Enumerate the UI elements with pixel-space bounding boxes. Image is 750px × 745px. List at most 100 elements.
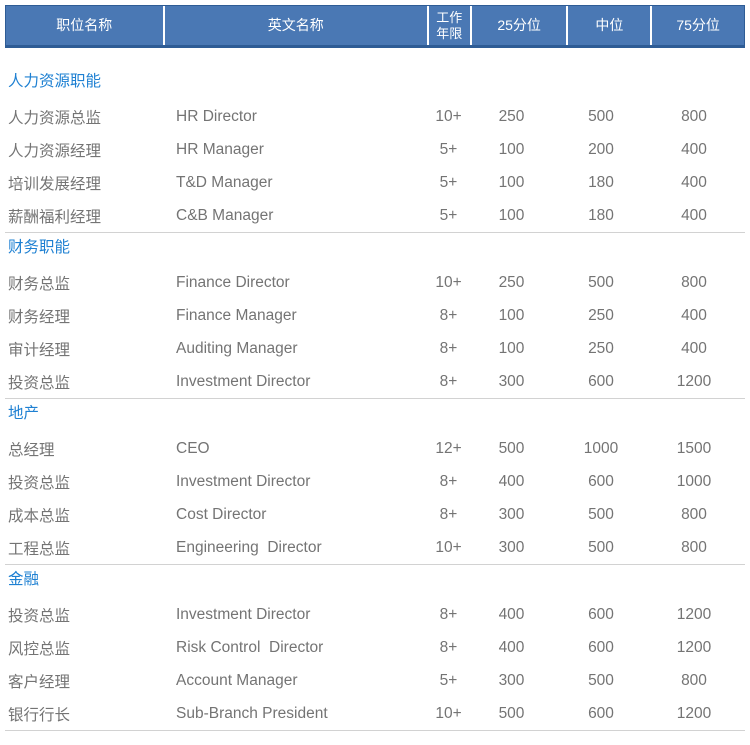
percentile-25-value: 250 [470,108,567,126]
percentile-75-value: 800 [651,108,745,126]
table-row: 成本总监 Cost Director 8+ 300 500 800 [5,498,745,531]
position-name-en: Engineering Director [162,539,427,557]
percentile-75-value: 1000 [651,473,745,491]
work-years-value: 10+ [427,274,470,292]
table-row: 人力资源总监 HR Director 10+ 250 500 800 [5,100,745,133]
percentile-25-value: 400 [470,473,567,491]
work-years-value: 10+ [427,108,470,126]
table-section: 金融 投资总监 Investment Director 8+ 400 600 1… [5,564,745,731]
table-row: 投资总监 Investment Director 8+ 400 600 1000 [5,465,745,498]
position-name-cn: 客户经理 [5,670,162,692]
position-name-en: Auditing Manager [162,340,427,358]
salary-table: 职位名称 英文名称 工作年限 25分位 中位 75分位 人力资源职能 人力资源总… [5,5,745,731]
work-years-value: 8+ [427,340,470,358]
table-header-row: 职位名称 英文名称 工作年限 25分位 中位 75分位 [5,5,745,48]
percentile-75-value: 1200 [651,705,745,723]
median-value: 500 [567,506,651,524]
percentile-25-value: 400 [470,606,567,624]
position-name-cn: 成本总监 [5,504,162,526]
percentile-75-value: 1200 [651,373,745,391]
header-col-median: 中位 [566,6,650,45]
percentile-25-value: 100 [470,307,567,325]
work-years-value: 8+ [427,373,470,391]
position-name-cn: 投资总监 [5,371,162,393]
section-rows: 投资总监 Investment Director 8+ 400 600 1200… [5,598,745,730]
position-name-en: C&B Manager [162,207,427,225]
section-rows: 总经理 CEO 12+ 500 1000 1500 投资总监 Investmen… [5,432,745,564]
position-name-en: Account Manager [162,672,427,690]
percentile-75-value: 400 [651,174,745,192]
work-years-value: 10+ [427,539,470,557]
table-row: 总经理 CEO 12+ 500 1000 1500 [5,432,745,465]
position-name-cn: 财务总监 [5,272,162,294]
position-name-cn: 总经理 [5,438,162,460]
header-col-percentile-75: 75分位 [650,6,744,45]
position-name-en: Finance Manager [162,307,427,325]
percentile-75-value: 1200 [651,639,745,657]
percentile-25-value: 300 [470,539,567,557]
median-value: 600 [567,705,651,723]
table-row: 人力资源经理 HR Manager 5+ 100 200 400 [5,133,745,166]
table-row: 审计经理 Auditing Manager 8+ 100 250 400 [5,332,745,365]
median-value: 600 [567,473,651,491]
percentile-75-value: 1500 [651,440,745,458]
position-name-en: HR Director [162,108,427,126]
position-name-cn: 薪酬福利经理 [5,205,162,227]
position-name-en: Investment Director [162,373,427,391]
work-years-value: 8+ [427,473,470,491]
percentile-75-value: 1200 [651,606,745,624]
position-name-en: Cost Director [162,506,427,524]
percentile-75-value: 400 [651,340,745,358]
median-value: 180 [567,174,651,192]
table-row: 银行行长 Sub-Branch President 10+ 500 600 12… [5,697,745,730]
percentile-25-value: 250 [470,274,567,292]
position-name-cn: 财务经理 [5,305,162,327]
table-section: 财务职能 财务总监 Finance Director 10+ 250 500 8… [5,232,745,398]
position-name-cn: 培训发展经理 [5,172,162,194]
percentile-75-value: 800 [651,672,745,690]
median-value: 250 [567,307,651,325]
work-years-value: 8+ [427,307,470,325]
position-name-cn: 工程总监 [5,537,162,559]
median-value: 600 [567,606,651,624]
table-row: 培训发展经理 T&D Manager 5+ 100 180 400 [5,166,745,199]
median-value: 500 [567,108,651,126]
work-years-value: 8+ [427,639,470,657]
median-value: 600 [567,639,651,657]
percentile-75-value: 800 [651,539,745,557]
table-section: 地产 总经理 CEO 12+ 500 1000 1500 投资总监 Invest… [5,398,745,564]
percentile-25-value: 100 [470,174,567,192]
position-name-en: T&D Manager [162,174,427,192]
table-row: 投资总监 Investment Director 8+ 400 600 1200 [5,598,745,631]
section-title: 金融 [5,570,745,590]
work-years-value: 10+ [427,705,470,723]
table-row: 财务经理 Finance Manager 8+ 100 250 400 [5,299,745,332]
section-title: 人力资源职能 [5,72,745,92]
percentile-25-value: 100 [470,340,567,358]
work-years-value: 5+ [427,672,470,690]
table-row: 薪酬福利经理 C&B Manager 5+ 100 180 400 [5,199,745,232]
header-col-work-years: 工作年限 [427,6,470,45]
percentile-75-value: 400 [651,207,745,225]
table-row: 工程总监 Engineering Director 10+ 300 500 80… [5,531,745,564]
position-name-en: CEO [162,440,427,458]
position-name-cn: 银行行长 [5,703,162,725]
median-value: 250 [567,340,651,358]
position-name-cn: 审计经理 [5,338,162,360]
percentile-25-value: 100 [470,207,567,225]
position-name-cn: 投资总监 [5,471,162,493]
percentile-25-value: 300 [470,373,567,391]
median-value: 500 [567,672,651,690]
position-name-en: Investment Director [162,473,427,491]
median-value: 500 [567,274,651,292]
section-rows: 人力资源总监 HR Director 10+ 250 500 800 人力资源经… [5,100,745,232]
percentile-25-value: 400 [470,639,567,657]
work-years-value: 8+ [427,606,470,624]
header-col-percentile-25: 25分位 [470,6,567,45]
header-col-english-name: 英文名称 [163,6,427,45]
table-body: 人力资源职能 人力资源总监 HR Director 10+ 250 500 80… [5,48,745,731]
percentile-25-value: 100 [470,141,567,159]
work-years-value: 12+ [427,440,470,458]
percentile-25-value: 300 [470,506,567,524]
position-name-cn: 风控总监 [5,637,162,659]
